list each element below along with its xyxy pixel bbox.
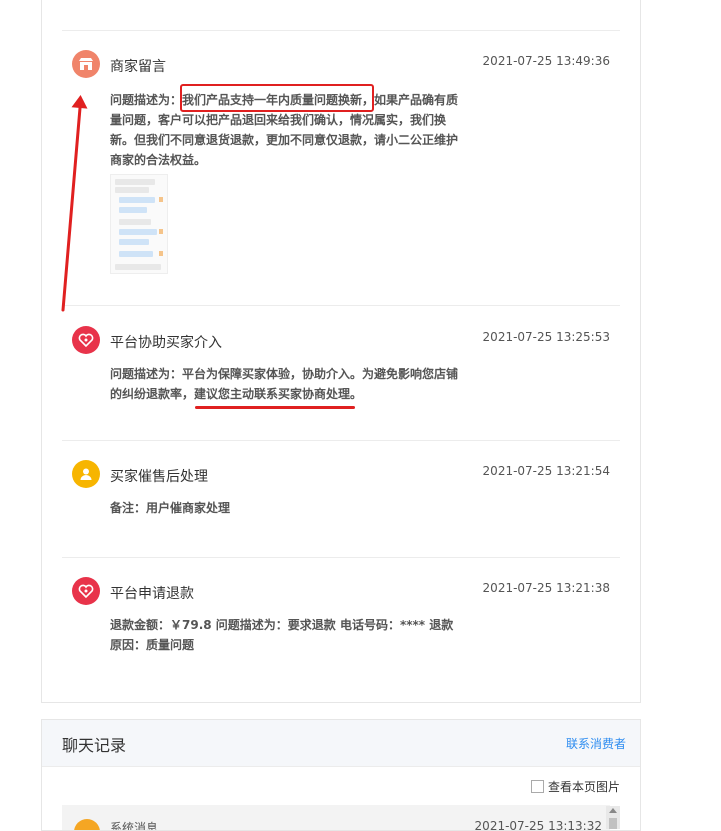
entry-time: 2021-07-25 13:25:53 xyxy=(482,330,610,344)
entry-time: 2021-07-25 13:21:54 xyxy=(482,464,610,478)
entry-description: 退款金额：￥79.8 问题描述为：要求退款 电话号码：**** 退款原因：质量问… xyxy=(110,618,454,652)
system-avatar-icon xyxy=(74,819,100,830)
chat-message: 系统消息 2021-07-25 13:13:32 xyxy=(62,805,610,830)
highlight-box-annotation xyxy=(180,84,374,112)
message-sender: 系统消息 xyxy=(110,821,159,830)
divider xyxy=(62,30,620,31)
scroll-up-arrow-icon[interactable] xyxy=(609,808,617,813)
contact-consumer-link[interactable]: 联系消费者 xyxy=(566,735,626,752)
view-images-label: 查看本页图片 xyxy=(547,780,620,794)
message-time: 2021-07-25 13:13:32 xyxy=(474,819,602,830)
view-images-checkbox[interactable] xyxy=(530,780,544,793)
platform-logo-icon xyxy=(72,577,100,605)
timeline-entry-buyer-urge: 买家催售后处理 2021-07-25 13:21:54 备注：用户催商家处理 xyxy=(62,460,620,540)
entry-time: 2021-07-25 13:49:36 xyxy=(482,54,610,68)
divider xyxy=(62,305,620,306)
timeline-entry-platform-intervention: 平台协助买家介入 2021-07-25 13:25:53 问题描述为：平台为保障… xyxy=(62,326,620,426)
entry-title: 商家留言 xyxy=(110,59,166,75)
timeline-entry-refund-request: 平台申请退款 2021-07-25 13:21:38 退款金额：￥79.8 问题… xyxy=(62,577,620,677)
platform-logo-icon xyxy=(72,326,100,354)
entry-title: 平台申请退款 xyxy=(110,586,194,602)
divider xyxy=(62,557,620,558)
entry-time: 2021-07-25 13:21:38 xyxy=(482,581,610,595)
entry-description: 备注：用户催商家处理 xyxy=(110,501,231,515)
entry-title: 买家催售后处理 xyxy=(110,469,208,485)
user-icon xyxy=(72,460,100,488)
chat-scrollbar[interactable] xyxy=(606,806,620,829)
underline-annotation xyxy=(195,406,355,409)
entry-title: 平台协助买家介入 xyxy=(110,335,222,351)
divider xyxy=(62,440,620,441)
scrollbar-thumb[interactable] xyxy=(609,818,617,829)
entry-description: 问题描述为：平台为保障买家体验，协助介入。为避免影响您店铺的纠纷退款率，建议您主… xyxy=(110,367,459,401)
chat-record-panel: 聊天记录 联系消费者 查看本页图片 系统消息 2021-07-25 13:13:… xyxy=(41,719,641,831)
chat-record-title: 聊天记录 xyxy=(62,736,127,755)
view-page-images-toggle[interactable]: 查看本页图片 xyxy=(530,778,620,795)
store-icon xyxy=(72,50,100,78)
evidence-image-thumbnail[interactable] xyxy=(110,174,168,274)
chat-record-header: 聊天记录 联系消费者 xyxy=(42,720,640,767)
